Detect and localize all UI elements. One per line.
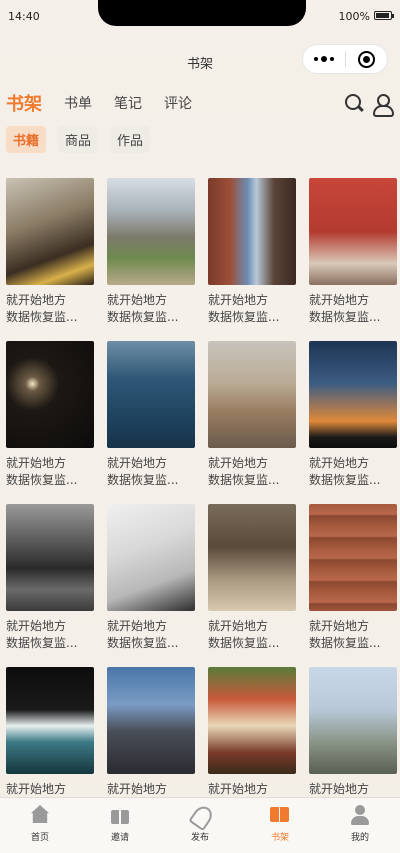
tab-bookshelf[interactable]: 书架 — [6, 90, 42, 116]
book-card[interactable]: 就开始地方数据恢复监... — [309, 341, 397, 504]
book-description: 数据恢复监... — [6, 473, 78, 487]
book-cover-image[interactable] — [6, 667, 94, 774]
gift-icon — [109, 804, 131, 826]
tabbar-invite[interactable]: 邀请 — [80, 798, 160, 853]
tabbar-label: 发布 — [190, 833, 209, 843]
rocket-icon — [189, 804, 211, 826]
book-title: 就开始地方 — [107, 619, 168, 633]
book-title: 就开始地方 — [208, 619, 269, 633]
book-description: 数据恢复监... — [309, 636, 381, 650]
book-card[interactable]: 就开始地方数据恢复监... — [309, 178, 397, 341]
tab-notes[interactable]: 笔记 — [114, 93, 142, 113]
book-title: 就开始地方 — [208, 782, 269, 796]
subtab-products[interactable]: 商品 — [58, 126, 99, 153]
book-cover-image[interactable] — [309, 667, 397, 774]
book-description: 数据恢复监... — [6, 310, 78, 324]
book-cover-image[interactable] — [6, 178, 94, 285]
subtab-works[interactable]: 作品 — [110, 126, 151, 153]
book-title: 就开始地方 — [309, 293, 370, 307]
book-title: 就开始地方 — [309, 782, 370, 796]
tab-booklist[interactable]: 书单 — [64, 93, 92, 113]
book-title: 就开始地方 — [6, 619, 67, 633]
book-card[interactable]: 就开始地方数据恢复监... — [107, 178, 195, 341]
book-title: 就开始地方 — [208, 456, 269, 470]
tabbar-bookshelf[interactable]: 书架 — [240, 798, 320, 853]
book-description: 数据恢复监... — [107, 473, 179, 487]
book-description: 数据恢复监... — [107, 310, 179, 324]
book-title: 就开始地方 — [309, 456, 370, 470]
book-card[interactable]: 就开始地方数据恢复监... — [6, 178, 94, 341]
book-title: 就开始地方 — [107, 782, 168, 796]
book-description: 数据恢复监... — [309, 310, 381, 324]
main-tabs: 书架 书单 笔记 评论 — [6, 90, 214, 116]
tab-comments[interactable]: 评论 — [164, 93, 192, 113]
book-grid: 就开始地方 数据恢复监... 就开始地方 数据恢复监... 就开始地方 数据恢复监... 就… — [6, 178, 398, 830]
book-card[interactable]: 就开始地方数据恢复监... — [107, 341, 195, 504]
tabbar-mine[interactable]: 我的 — [320, 798, 400, 853]
book-card[interactable]: 就开始地方数据恢复监... — [6, 341, 94, 504]
battery-level: 100% — [338, 10, 370, 23]
book-card[interactable]: 就开始地方数据恢复监... — [107, 504, 195, 667]
book-description: 数据恢复监... — [208, 473, 280, 487]
book-cover-image[interactable] — [208, 667, 296, 774]
person-icon — [349, 804, 371, 826]
subtab-books[interactable]: 书籍 — [6, 126, 47, 153]
home-icon — [29, 804, 51, 826]
status-time: 14:40 — [8, 10, 40, 23]
book-cover-image[interactable] — [208, 341, 296, 448]
book-card[interactable]: 就开始地方数据恢复监... — [309, 504, 397, 667]
book-title: 就开始地方 — [6, 456, 67, 470]
tabbar-publish[interactable]: 发布 — [160, 798, 240, 853]
tabbar-label: 我的 — [350, 833, 369, 843]
tabbar-label: 书架 — [270, 833, 289, 843]
book-cover-image[interactable] — [309, 341, 397, 448]
book-description: 数据恢复监... — [208, 636, 280, 650]
book-description: 数据恢复监... — [309, 473, 381, 487]
book-title: 就开始地方 — [107, 293, 168, 307]
book-cover-image[interactable] — [309, 178, 397, 285]
search-icon[interactable] — [344, 93, 364, 113]
book-card[interactable]: 就开始地方数据恢复监... — [6, 504, 94, 667]
tabbar-label: 首页 — [30, 833, 49, 843]
tabbar-home[interactable]: 首页 — [0, 798, 80, 853]
book-cover-image[interactable] — [208, 178, 296, 285]
tabbar-label: 邀请 — [110, 833, 129, 843]
book-icon — [269, 804, 291, 826]
battery-icon — [374, 11, 394, 20]
book-description: 数据恢复监... — [107, 636, 179, 650]
sub-tabs: 书籍 商品 作品 — [6, 126, 151, 153]
book-title: 就开始地方 — [6, 293, 67, 307]
book-description: 数据恢复监... — [6, 636, 78, 650]
book-title: 就开始地方 — [6, 782, 67, 796]
bottom-tabbar: 首页 邀请 发布 书架 我的 — [0, 797, 400, 853]
book-cover-image[interactable] — [309, 504, 397, 611]
book-card[interactable]: 就开始地方数据恢复监... — [208, 504, 296, 667]
book-cover-image[interactable] — [6, 341, 94, 448]
book-cover-image[interactable] — [107, 504, 195, 611]
book-cover-image[interactable] — [6, 504, 94, 611]
more-icon[interactable] — [303, 55, 345, 62]
close-mini-program-button[interactable] — [345, 50, 387, 68]
book-cover-image[interactable] — [208, 504, 296, 611]
status-bar: 14:40 100% — [0, 0, 400, 34]
book-description: 数据恢复监... — [208, 310, 280, 324]
mini-program-capsule — [302, 44, 388, 74]
book-cover-image[interactable] — [107, 667, 195, 774]
book-card[interactable]: 就开始地方数据恢复监... — [208, 178, 296, 341]
camera-notch — [98, 0, 306, 26]
book-card[interactable]: 就开始地方数据恢复监... — [208, 341, 296, 504]
book-title: 就开始地方 — [309, 619, 370, 633]
book-title: 就开始地方 — [208, 293, 269, 307]
book-title: 就开始地方 — [107, 456, 168, 470]
book-cover-image[interactable] — [107, 178, 195, 285]
user-icon[interactable] — [372, 93, 394, 117]
target-icon — [357, 50, 375, 68]
book-cover-image[interactable] — [107, 341, 195, 448]
